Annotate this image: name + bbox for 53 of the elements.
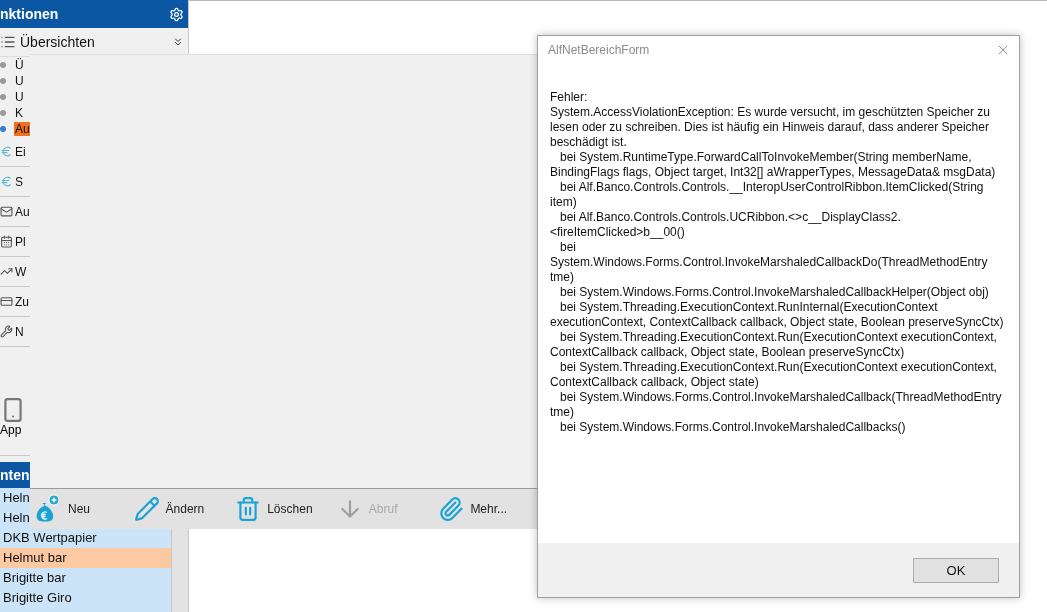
sub-item-label[interactable]: Au — [14, 122, 31, 136]
toolbar-button[interactable]: Mehr... — [438, 496, 540, 522]
settings-icon[interactable] — [169, 6, 184, 22]
sub-item-label[interactable]: Ü — [14, 58, 25, 72]
stack-trace-line: bei System.Threading.ExecutionContext.Run(ExecutionContext executionContext, ContextCallback callback, Object state) — [550, 360, 998, 390]
header-title: nktionen — [0, 6, 59, 22]
exception-message: System.AccessViolationException: Es wurde versucht, im geschützten Speicher zu lesen oder zu schreiben. Dies ist häufig ein Hinweis darauf, dass anderer Speicher beschädigt ist. — [550, 105, 991, 150]
nav-item-label[interactable]: N — [15, 324, 24, 339]
calendar-icon — [0, 235, 13, 248]
euro-icon — [0, 145, 13, 158]
chevrons-down-icon[interactable] — [172, 36, 184, 48]
stack-trace-line: bei Alf.Banco.Controls.Controls.__InteropUserControlRibbon.ItemClicked(String item) — [550, 180, 985, 210]
dialog-title: AlfNetBereichForm — [548, 43, 650, 57]
account-row[interactable]: Helmut bar — [0, 548, 171, 568]
ok-button[interactable]: OK — [913, 557, 999, 583]
sub-item-label[interactable]: K — [14, 106, 24, 120]
list-icon — [0, 34, 16, 50]
stack-trace-line: bei System.Windows.Forms.Control.InvokeMarshaledCallbacks() — [559, 420, 907, 435]
stack-trace-line: bei System.Windows.Forms.Control.InvokeMarshaledCallbackHelper(Object obj) — [559, 285, 990, 300]
stack-trace-line: bei System.Threading.ExecutionContext.RunInternal(ExecutionContext executionContext, ContextCallback callback, Object state, Boolean preserveSyncCtx) — [550, 300, 1005, 330]
nav-item-label[interactable]: Pl — [15, 234, 26, 249]
chart-up-icon — [0, 265, 13, 278]
stack-trace-line: bei System.RuntimeType.ForwardCallToInvokeMember(String memberName, BindingFlags flags, Object target, Int32[] aWrapperTypes, MessageData& msgData) — [550, 150, 997, 180]
error-heading: Fehler: — [550, 90, 589, 105]
stack-trace-line: bei System.Threading.ExecutionContext.Run(ExecutionContext executionContext, ContextCallback callback, Object state, Boolean preserveSyncCtx) — [550, 330, 998, 360]
sub-item-label[interactable]: U — [14, 90, 25, 104]
sub-item-label[interactable]: U — [14, 74, 25, 88]
radio-dot[interactable] — [0, 78, 6, 84]
euro-icon — [0, 175, 13, 188]
nav-item-label[interactable]: Zu — [15, 294, 29, 309]
card-icon — [0, 295, 13, 308]
radio-dot[interactable] — [0, 110, 6, 116]
toolbar-button[interactable]: Löschen — [235, 496, 337, 522]
app-label[interactable]: App — [0, 423, 22, 437]
nav-item-label[interactable]: Ei — [15, 144, 26, 159]
paperclip-icon — [438, 496, 465, 522]
header-title: nten — [0, 467, 30, 483]
stack-trace-line: bei System.Windows.Forms.Control.InvokeMarshaledCallback(ThreadMethodEntry tme) — [550, 390, 1003, 420]
stack-trace-line: bei Alf.Banco.Controls.Controls.UCRibbon.<>c__DisplayClass2.<fireItemClicked>b__00() — [550, 210, 902, 240]
nav-item-label[interactable]: S — [15, 174, 23, 189]
toolbar-button[interactable]: Neu — [32, 494, 134, 524]
nav-item-label[interactable]: Au — [15, 204, 30, 219]
nav-item-label[interactable]: W — [15, 264, 27, 279]
section-title[interactable]: Übersichten — [20, 34, 95, 50]
pencil-icon — [133, 496, 160, 522]
wrench-icon — [0, 325, 13, 338]
envelope-icon — [0, 205, 13, 218]
radio-dot[interactable] — [0, 94, 6, 100]
stack-trace-line: bei System.Windows.Forms.Control.InvokeMarshaledCallbackDo(ThreadMethodEntry tme) — [550, 240, 989, 285]
toolbar-button[interactable]: Ändern — [133, 496, 236, 522]
radio-dot[interactable] — [0, 62, 6, 68]
trash-icon — [235, 496, 262, 522]
radio-dot[interactable] — [0, 126, 6, 132]
